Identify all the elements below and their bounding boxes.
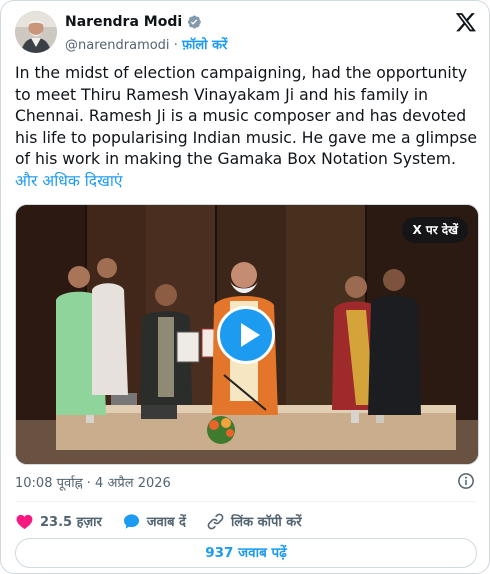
avatar[interactable] [15,11,57,53]
reply-button[interactable]: जवाब दें [122,512,186,531]
info-icon[interactable] [457,472,475,490]
like-button[interactable]: 23.5 हज़ार [15,512,102,531]
video-player[interactable]: X पर देखें [15,204,479,465]
link-icon [206,512,225,531]
reply-bubble-icon [122,512,141,531]
watch-on-x-button[interactable]: X पर देखें [402,217,468,243]
show-more-link[interactable]: और अधिक दिखाएं [15,172,123,190]
author-name[interactable]: Narendra Modi [65,14,182,30]
tweet-text: In the midst of election campaigning, ha… [15,64,477,169]
handle-row: @narendramodi · फ़ॉलो करें [65,35,227,53]
tweet-body: In the midst of election campaigning, ha… [15,63,481,193]
follow-button[interactable]: फ़ॉलो करें [182,38,227,53]
read-replies-button[interactable]: 937 जवाब पढ़ें [15,538,477,568]
tweet-timestamp[interactable]: 10:08 पूर्वाह्न · 4 अप्रैल 2026 [15,473,171,491]
verified-badge-icon [186,14,202,30]
heart-icon [15,512,34,531]
reply-label: जवाब दें [146,515,186,530]
like-count: 23.5 हज़ार [40,515,102,530]
play-icon [241,323,260,347]
play-button[interactable] [217,306,275,364]
action-bar: 23.5 हज़ार जवाब दें लिंक कॉपी करें [15,509,322,533]
divider [15,501,475,502]
author-handle[interactable]: @narendramodi [65,38,170,53]
copy-link-label: लिंक कॉपी करें [230,515,302,530]
author-name-row: Narendra Modi [65,14,202,30]
tweet-header: Narendra Modi @narendramodi · फ़ॉलो करें [15,11,477,55]
handle-separator: · [173,38,178,53]
x-logo-icon[interactable] [455,11,477,33]
tweet-card: Narendra Modi @narendramodi · फ़ॉलो करें… [0,0,490,574]
copy-link-button[interactable]: लिंक कॉपी करें [206,512,302,531]
